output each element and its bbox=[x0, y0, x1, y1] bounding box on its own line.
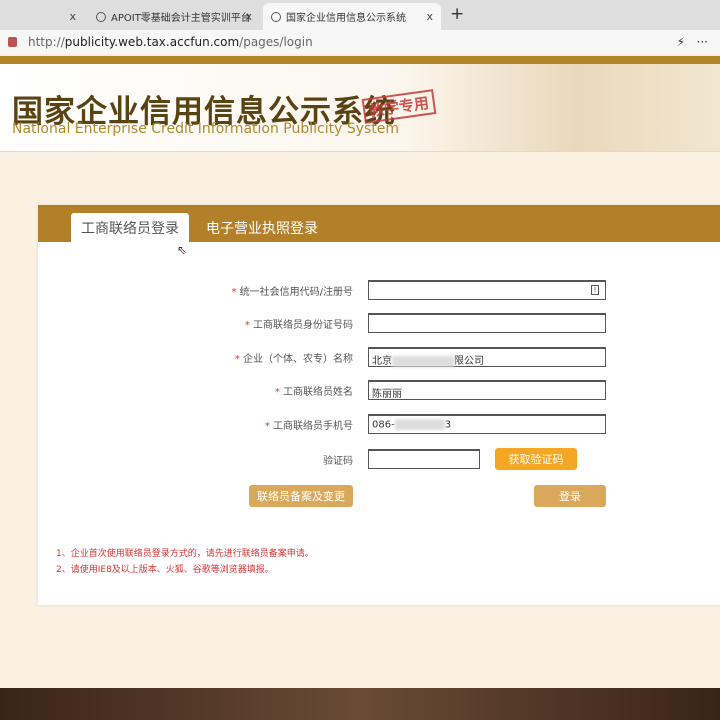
url-host: publicity.web.tax.accfun.com bbox=[64, 35, 240, 49]
site-subtitle: National Enterprise Credit Information P… bbox=[12, 121, 400, 137]
address-bar[interactable]: http://publicity.web.tax.accfun.com/page… bbox=[0, 30, 720, 54]
company-name-input[interactable]: 北京 限公司 bbox=[368, 347, 606, 367]
contact-name-input[interactable]: 陈丽丽 bbox=[368, 380, 606, 400]
footer-band bbox=[0, 688, 720, 720]
field-phone: * 工商联络员手机号 086- 3 bbox=[38, 414, 720, 434]
close-tab-icon[interactable]: x bbox=[69, 10, 76, 23]
field-value: 3 bbox=[444, 419, 452, 431]
field-value: 北京 bbox=[372, 356, 392, 367]
captcha-input[interactable] bbox=[368, 449, 480, 469]
autofill-icon[interactable]: ! bbox=[591, 285, 599, 295]
close-tab-icon[interactable]: x bbox=[245, 10, 252, 23]
gold-divider bbox=[0, 56, 720, 64]
field-credit-code: * 统一社会信用代码/注册号 ! bbox=[38, 280, 720, 300]
field-label: 工商联络员手机号 bbox=[273, 421, 353, 432]
field-value: 陈丽丽 bbox=[372, 389, 402, 400]
note-1: 1、企业首次使用联络员登录方式的，请先进行联络员备案申请。 bbox=[56, 549, 314, 559]
id-number-input[interactable] bbox=[368, 313, 606, 333]
redacted bbox=[392, 355, 454, 367]
redacted bbox=[394, 419, 445, 430]
site-header: 国家企业信用信息公示系统 National Enterprise Credit … bbox=[0, 64, 720, 152]
tab-title: APOIT零基础会计主管实训平台 bbox=[111, 13, 251, 24]
browser-actions: ⚡ ··· bbox=[677, 35, 708, 49]
field-contact-name: * 工商联络员姓名 陈丽丽 bbox=[38, 380, 720, 400]
globe-icon bbox=[271, 11, 281, 22]
mouse-cursor-icon: ⇖ bbox=[177, 243, 188, 257]
browser-tab[interactable]: x bbox=[0, 3, 84, 30]
get-code-button[interactable]: 获取验证码 bbox=[495, 448, 577, 470]
credit-code-input[interactable]: ! bbox=[368, 280, 606, 300]
bolt-icon[interactable]: ⚡ bbox=[677, 35, 685, 49]
field-id-number: * 工商联络员身份证号码 bbox=[38, 313, 720, 333]
new-tab-button[interactable]: + bbox=[450, 4, 464, 24]
browser-tab-bar: x APOIT零基础会计主管实训平台 x 国家企业信用信息公示系统 x + bbox=[0, 0, 720, 30]
tab-contact-login[interactable]: 工商联络员登录 bbox=[71, 213, 189, 242]
phone-input[interactable]: 086- 3 bbox=[368, 414, 606, 434]
note-2: 2、请使用IE8及以上版本、火狐、谷歌等浏览器填报。 bbox=[56, 565, 274, 575]
login-panel: 工商联络员登录 电子营业执照登录 * 统一社会信用代码/注册号 ! * 工商联络… bbox=[38, 205, 720, 605]
login-tabs: 工商联络员登录 电子营业执照登录 bbox=[38, 205, 720, 242]
field-label: 工商联络员姓名 bbox=[283, 387, 353, 398]
field-label: 企业（个体、农专）名称 bbox=[243, 354, 353, 365]
login-button[interactable]: 登录 bbox=[534, 485, 606, 507]
field-label: 验证码 bbox=[323, 456, 353, 467]
contact-register-button[interactable]: 联络员备案及变更 bbox=[249, 485, 353, 507]
globe-icon bbox=[96, 11, 106, 22]
field-captcha: 验证码 获取验证码 bbox=[38, 448, 720, 470]
close-tab-icon[interactable]: x bbox=[426, 10, 433, 23]
field-value: 限公司 bbox=[454, 356, 484, 367]
tab-e-license-login[interactable]: 电子营业执照登录 bbox=[196, 213, 328, 242]
menu-icon[interactable]: ··· bbox=[697, 35, 708, 49]
tab-title: 国家企业信用信息公示系统 bbox=[286, 13, 406, 24]
url-scheme: http:// bbox=[28, 35, 65, 49]
field-company-name: * 企业（个体、农专）名称 北京 限公司 bbox=[38, 347, 720, 367]
url-path: /pages/login bbox=[239, 35, 313, 49]
field-value: 086- bbox=[372, 419, 395, 431]
field-label: 工商联络员身份证号码 bbox=[253, 320, 353, 331]
insecure-lock-icon[interactable] bbox=[8, 37, 17, 47]
field-label: 统一社会信用代码/注册号 bbox=[239, 287, 353, 298]
browser-tab-active[interactable]: 国家企业信用信息公示系统 x bbox=[263, 3, 441, 30]
browser-tab[interactable]: APOIT零基础会计主管实训平台 x bbox=[88, 3, 260, 30]
